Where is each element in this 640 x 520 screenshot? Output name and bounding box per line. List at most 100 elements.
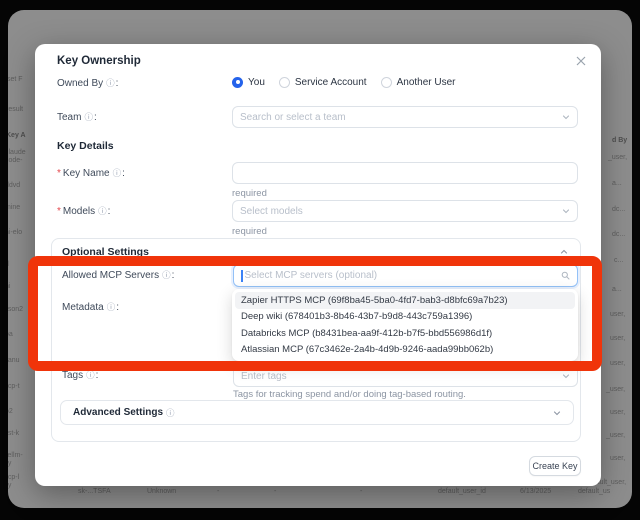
background-text-fragment: ey (8, 482, 11, 490)
background-text-fragment: a... (612, 286, 622, 294)
tags-helper-text: Tags for tracking spend and/or doing tag… (233, 389, 466, 400)
chevron-down-icon (562, 372, 570, 380)
team-select[interactable]: Search or select a team (232, 106, 578, 128)
background-text-fragment: _user, (606, 386, 625, 394)
background-text-fragment: ddvd (8, 182, 20, 190)
team-select-placeholder: Search or select a team (240, 112, 562, 123)
info-icon: ⓘ (113, 168, 122, 178)
background-text-fragment: d By (612, 137, 627, 145)
mcp-dropdown-option[interactable]: Zapier HTTPS MCP (69f8ba45-5ba0-4fd7-bab… (235, 292, 575, 309)
info-icon: ⓘ (106, 78, 115, 88)
radio-selected-icon[interactable] (232, 77, 243, 88)
tags-select[interactable]: Enter tags (233, 365, 578, 387)
background-text-fragment: ey (8, 460, 11, 468)
mcp-dropdown-option[interactable]: Deep wiki (678401b3-8b46-43b7-b9d8-443c7… (235, 309, 575, 326)
background-text-fragment: mine (8, 204, 20, 212)
info-icon: ⓘ (84, 112, 93, 122)
background-text-fragment: dc... (612, 206, 625, 214)
modal-title: Key Ownership (57, 55, 141, 67)
close-button[interactable] (574, 54, 588, 68)
background-text-fragment: est-k (8, 430, 19, 438)
background-text-fragment: ni (8, 283, 10, 291)
chevron-down-icon (562, 207, 570, 215)
background-text-fragment: nanu (8, 357, 20, 365)
background-text-fragment: _user, (608, 154, 627, 162)
background-text-fragment: user, (610, 455, 625, 463)
background-text-fragment: a... (612, 180, 622, 188)
chevron-down-icon (562, 113, 570, 121)
key-details-heading: Key Details (57, 140, 114, 152)
mcp-servers-select[interactable]: Select MCP servers (optional) (233, 264, 578, 287)
background-table-cell: default_us (578, 488, 610, 496)
info-icon: ⓘ (107, 302, 116, 312)
advanced-settings-panel[interactable]: Advanced Settings ⓘ (60, 400, 574, 425)
owned-by-label: Owned Byⓘ: (57, 77, 118, 89)
radio-service-account[interactable]: Service Account (279, 77, 367, 88)
close-icon (576, 56, 586, 66)
required-asterisk: * (57, 168, 61, 179)
background-table-cell: - (360, 488, 362, 496)
background-text-fragment: o2 (8, 408, 13, 416)
background-text-fragment: itellm- (8, 452, 23, 460)
info-icon: ⓘ (86, 370, 95, 380)
radio-another-user[interactable]: Another User (381, 77, 456, 88)
background-text-fragment: d (8, 261, 9, 269)
background-table-cell: Unknown (147, 488, 176, 496)
metadata-label: Metadataⓘ: (62, 301, 119, 313)
background-text-fragment: user, (610, 360, 625, 368)
optional-settings-heading[interactable]: Optional Settings (62, 246, 149, 258)
background-text-fragment: set F (8, 76, 23, 84)
screenshot-root: set F result Key A claudecode-ddvd mine ni-el… (0, 0, 640, 520)
chevron-down-icon (553, 409, 561, 417)
models-label: *Modelsⓘ: (57, 205, 110, 217)
background-table-cell: sk-...TSFA (78, 488, 111, 496)
required-asterisk: * (57, 206, 61, 217)
owned-by-radio-group: You Service Account Another User (232, 75, 456, 89)
mcp-dropdown-option[interactable]: Atlassian MCP (67c3462e-2a4b-4d9b-9246-a… (235, 342, 575, 359)
key-name-required-hint: required (232, 188, 267, 199)
info-icon: ⓘ (162, 270, 171, 280)
background-table-cell: default_user_id (438, 488, 486, 496)
models-select[interactable]: Select models (232, 200, 578, 222)
mcp-servers-dropdown: Zapier HTTPS MCP (69f8ba45-5ba0-4fd7-bab… (232, 289, 578, 361)
mcp-select-placeholder: Select MCP servers (optional) (245, 270, 562, 281)
mcp-servers-label: Allowed MCP Serversⓘ: (62, 269, 174, 281)
background-text-fragment: oa (8, 331, 13, 339)
background-text-fragment: ni-elo (8, 229, 22, 237)
radio-unselected-icon[interactable] (381, 77, 392, 88)
tags-placeholder: Enter tags (241, 371, 562, 382)
background-text-fragment: ncp-t (8, 383, 20, 391)
key-name-input[interactable] (232, 162, 578, 184)
key-name-label: *Key Nameⓘ: (57, 167, 125, 179)
mcp-dropdown-option[interactable]: Databricks MCP (b8431bea-aa9f-412b-b7f5-… (235, 325, 575, 342)
background-text-fragment: user, (610, 311, 625, 319)
create-key-modal: Key Ownership Owned Byⓘ: You Service Acco… (35, 44, 601, 486)
create-key-button[interactable]: Create Key (529, 456, 581, 476)
background-text-fragment: _user, (606, 432, 625, 440)
background-text-fragment: claude (8, 149, 26, 157)
team-label: Teamⓘ: (57, 111, 97, 123)
radio-label: You (248, 77, 265, 88)
radio-label: Service Account (295, 77, 367, 88)
models-select-placeholder: Select models (240, 206, 562, 217)
background-text-fragment: Key A (8, 132, 26, 140)
radio-label: Another User (397, 77, 456, 88)
background-text-fragment: ncp-l (8, 474, 19, 482)
radio-you[interactable]: You (232, 77, 265, 88)
chevron-up-icon[interactable] (560, 248, 568, 256)
background-text-fragment: code- (8, 157, 23, 165)
models-required-hint: required (232, 226, 267, 237)
text-cursor (241, 270, 243, 282)
info-icon: ⓘ (98, 206, 107, 216)
background-table-cell: - (217, 488, 219, 496)
background-text-fragment: ason2 (8, 306, 23, 314)
background-text-fragment: user, (610, 335, 625, 343)
background-table-cell: 6/13/2025 (520, 488, 551, 496)
advanced-settings-heading: Advanced Settings (73, 407, 163, 418)
radio-unselected-icon[interactable] (279, 77, 290, 88)
tags-label: Tagsⓘ: (62, 369, 98, 381)
background-text-fragment: user, (610, 409, 625, 417)
background-text-fragment: result (8, 106, 23, 114)
info-icon: ⓘ (166, 407, 175, 419)
search-icon (561, 271, 570, 280)
